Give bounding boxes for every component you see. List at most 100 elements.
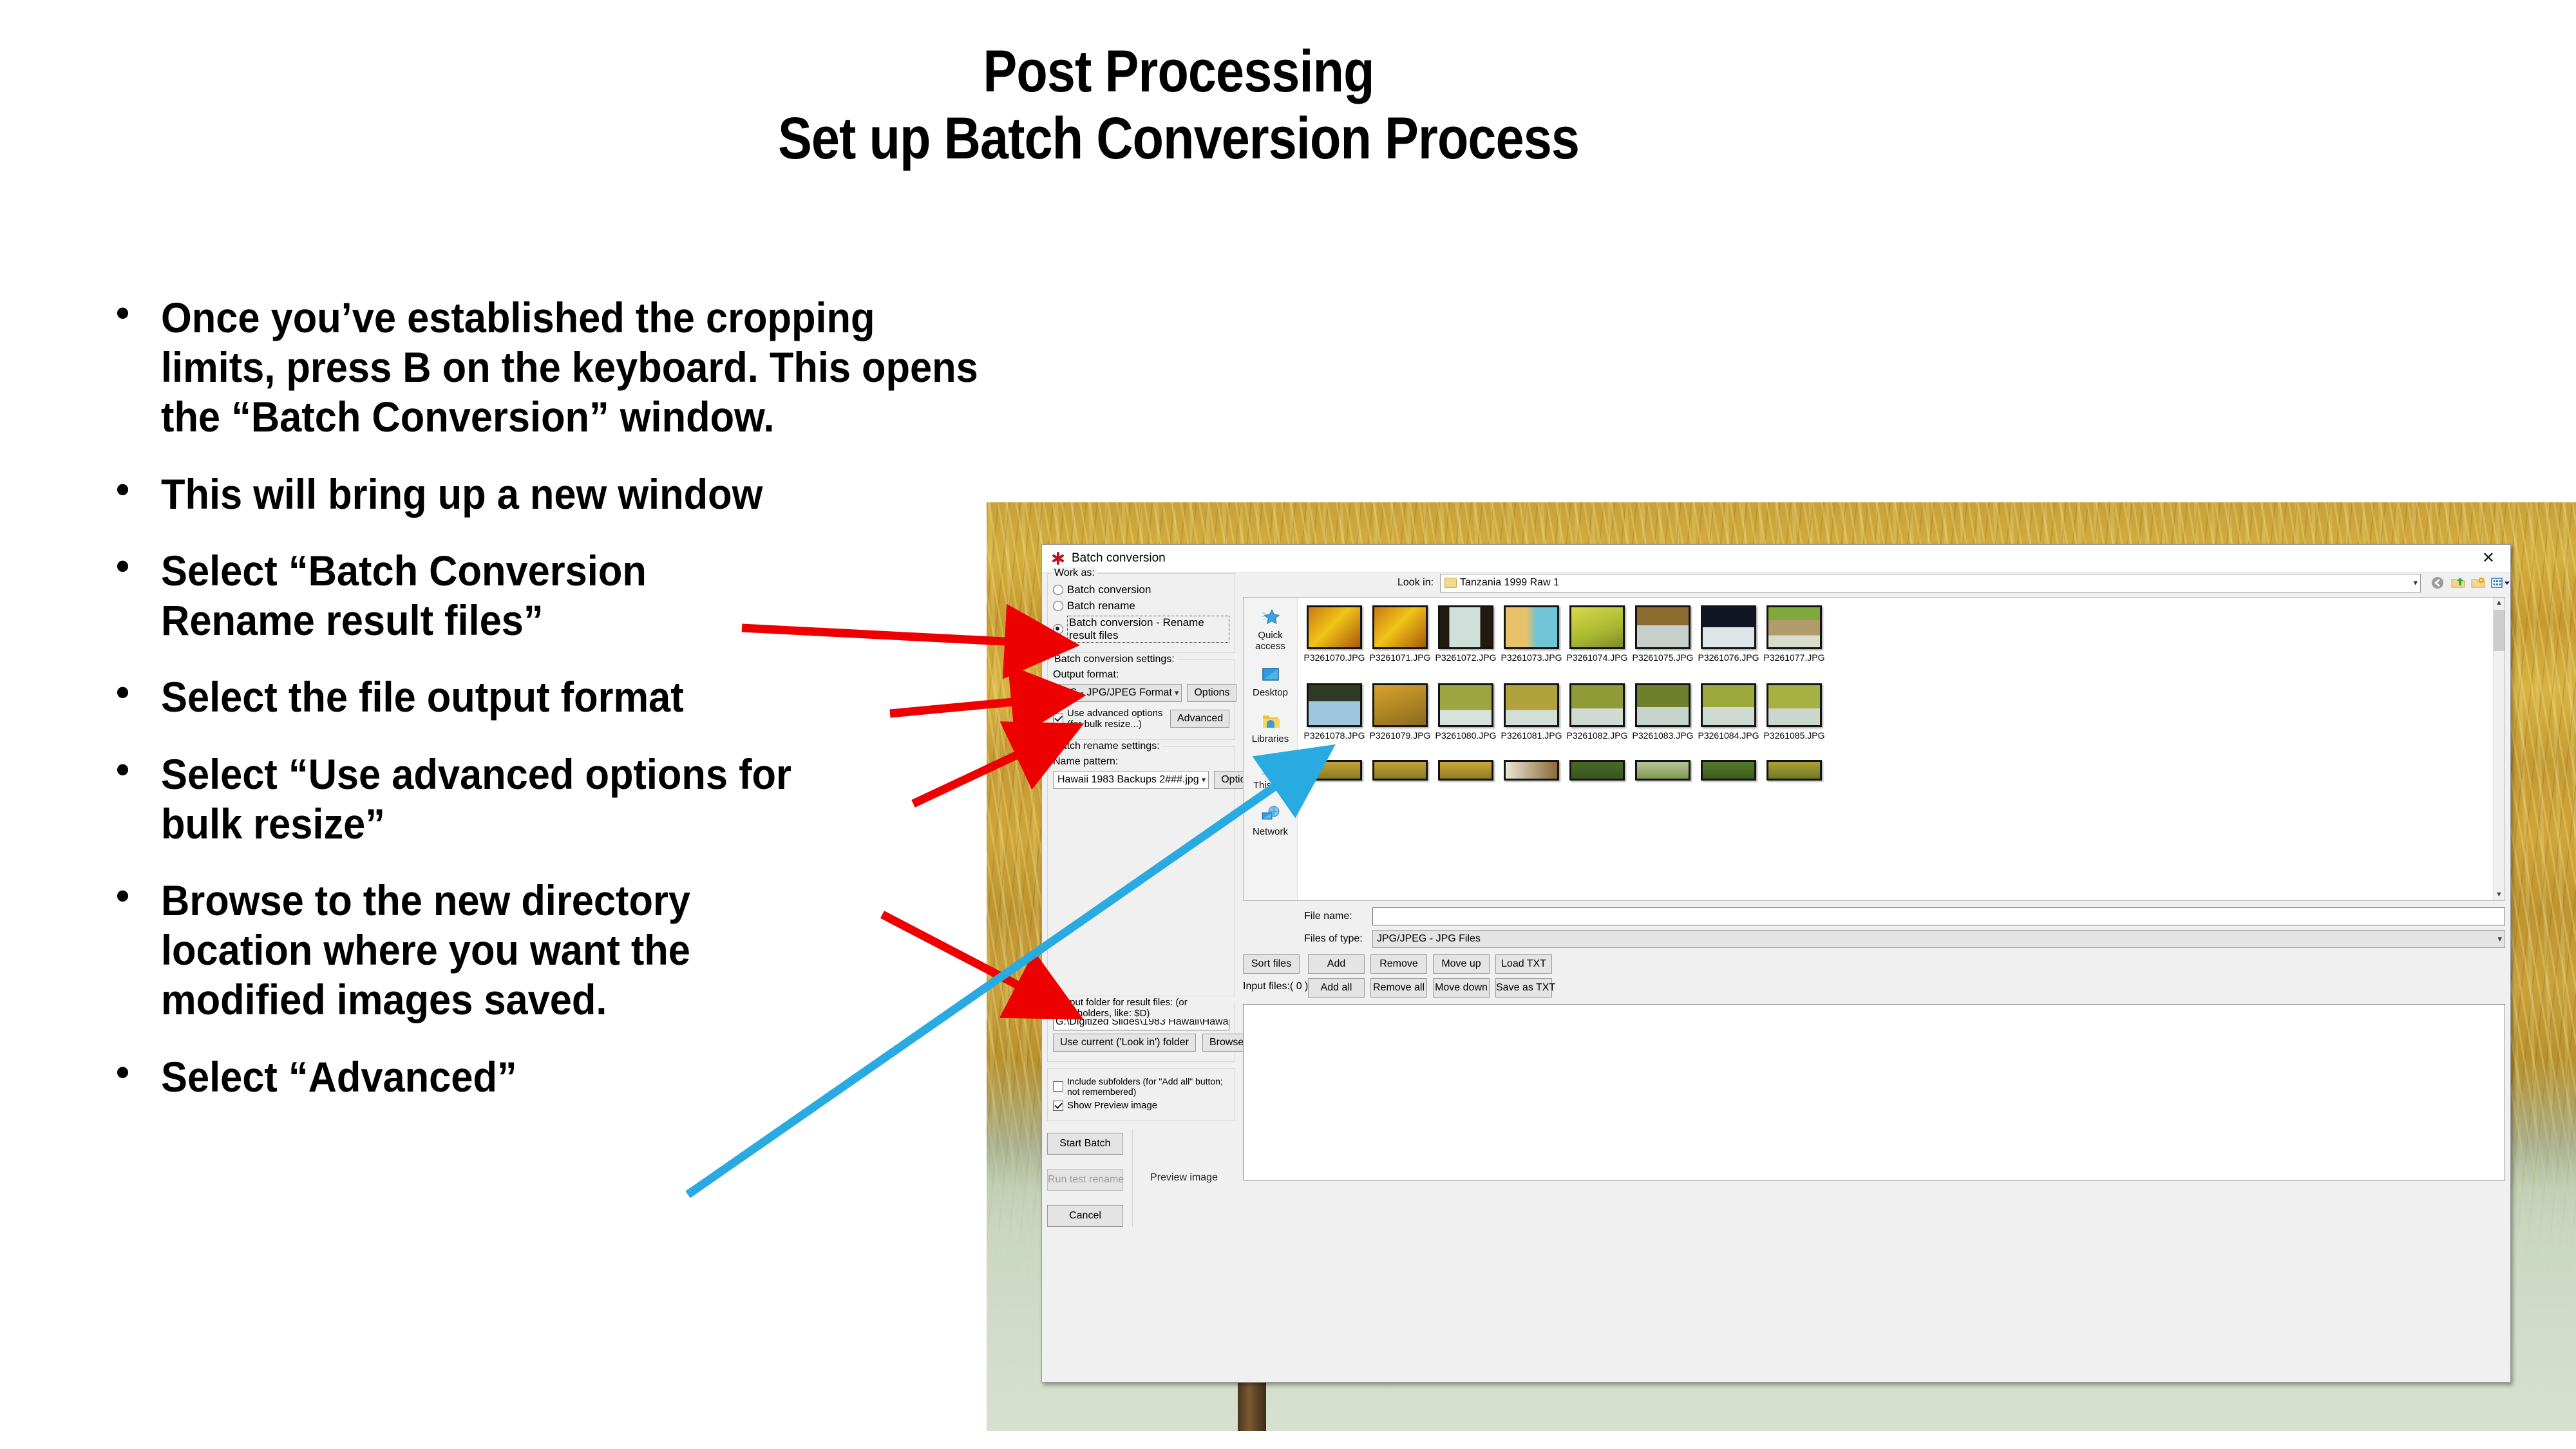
thumbnail-scrollbar[interactable]: ▲ ▼ [2493, 598, 2505, 900]
thumbnail-image [1372, 683, 1428, 727]
input-files-count: Input files:( 0 ) [1243, 981, 1309, 992]
new-folder-icon[interactable] [2471, 576, 2485, 589]
file-name-label: P3261082.JPG [1566, 730, 1628, 741]
thumbnail-image [1701, 683, 1756, 727]
sidebar-item-desktop[interactable]: Desktop [1244, 664, 1297, 698]
checkbox-icon-checked [1053, 1100, 1063, 1111]
file-name-label: P3261080.JPG [1435, 730, 1497, 741]
list-item: Select “Use advanced options for bulk re… [109, 747, 844, 849]
file-name-label: P3261083.JPG [1632, 730, 1694, 741]
load-txt-button[interactable]: Load TXT [1495, 954, 1552, 974]
sort-column: Sort files Input files:( 0 ) [1243, 954, 1308, 992]
use-advanced-options-checkbox[interactable] [1053, 714, 1063, 724]
sidebar-item-label: Network [1252, 826, 1288, 837]
chevron-down-icon: ▾ [2497, 934, 2502, 943]
file-thumbnail[interactable] [1433, 752, 1499, 781]
list-item: Select “Advanced” [109, 1050, 1011, 1102]
file-thumbnail[interactable] [1630, 752, 1696, 781]
output-format-combo[interactable]: JPG - JPG/JPEG Format ▾ [1053, 684, 1182, 702]
radio-batch-rename[interactable]: Batch rename [1053, 600, 1229, 612]
output-format-options-button[interactable]: Options [1187, 684, 1237, 702]
thumbnail-image [1635, 760, 1690, 781]
files-of-type-combo[interactable]: JPG/JPEG - JPG Files ▾ [1372, 930, 2505, 948]
file-thumbnail[interactable]: P3261079.JPG [1367, 676, 1433, 741]
file-thumbnail[interactable]: P3261072.JPG [1433, 598, 1499, 663]
file-thumbnail[interactable]: P3261077.JPG [1761, 598, 1827, 663]
file-thumbnail[interactable]: P3261078.JPG [1302, 676, 1367, 741]
scroll-down-icon[interactable]: ▼ [2494, 889, 2505, 900]
sidebar-item-libraries[interactable]: Libraries [1244, 710, 1297, 744]
move-down-button[interactable]: Move down [1433, 978, 1490, 998]
file-thumbnail[interactable] [1367, 752, 1433, 781]
show-preview-checkbox[interactable]: Show Preview image [1053, 1100, 1229, 1111]
view-mode-icon[interactable] [2491, 576, 2510, 589]
file-thumbnail[interactable] [1564, 752, 1630, 781]
file-thumbnail[interactable]: P3261085.JPG [1761, 676, 1827, 741]
thumbnail-image [1635, 605, 1690, 649]
file-thumbnail[interactable]: P3261071.JPG [1367, 598, 1433, 663]
thumbnail-pane[interactable]: P3261070.JPG P3261071.JPG P3261072.JPG P… [1298, 598, 2505, 900]
file-thumbnail[interactable]: P3261081.JPG [1499, 676, 1564, 741]
up-folder-icon[interactable] [2451, 576, 2465, 589]
close-icon[interactable]: ✕ [2472, 549, 2505, 567]
add-button[interactable]: Add [1308, 954, 1365, 974]
rename-settings-group: Batch rename settings: Name pattern: Haw… [1047, 741, 1264, 996]
conversion-settings-legend: Batch conversion settings: [1052, 654, 1177, 665]
save-as-txt-button[interactable]: Save as TXT [1495, 978, 1555, 998]
back-icon[interactable] [2431, 576, 2445, 589]
name-pattern-combo[interactable]: Hawaii 1983 Backups 2###.jpg ▾ [1053, 771, 1209, 789]
file-name-input[interactable] [1372, 907, 2505, 925]
file-browser: Look in: Tanzania 1999 Raw 1 ▾ Quick acc… [1243, 573, 2510, 1377]
file-thumbnail[interactable]: P3261083.JPG [1630, 676, 1696, 741]
chevron-down-icon: ▾ [2413, 578, 2418, 587]
file-name-label: P3261079.JPG [1369, 730, 1431, 741]
remove-button[interactable]: Remove [1370, 954, 1427, 974]
radio-batch-conversion[interactable]: Batch conversion [1053, 583, 1229, 596]
thumbnail-image [1569, 760, 1625, 781]
look-in-combo[interactable]: Tanzania 1999 Raw 1 ▾ [1440, 573, 2421, 592]
thumbnail-image [1701, 760, 1756, 781]
sidebar-item-quick-access[interactable]: Quick access [1244, 607, 1297, 652]
move-up-button[interactable]: Move up [1433, 954, 1490, 974]
star-icon [1244, 607, 1297, 629]
thumbnail-image [1438, 683, 1493, 727]
add-all-button[interactable]: Add all [1308, 978, 1365, 998]
batch-conversion-rename-radio[interactable]: Batch conversion - Rename result files [1053, 616, 1229, 643]
file-thumbnail[interactable]: P3261082.JPG [1564, 676, 1630, 741]
file-thumbnail[interactable]: P3261084.JPG [1696, 676, 1761, 741]
file-thumbnail[interactable] [1761, 752, 1827, 781]
sidebar-item-this-pc[interactable]: This PC [1244, 757, 1297, 791]
sidebar-item-network[interactable]: Network [1244, 803, 1297, 837]
output-format-value: JPG - JPG/JPEG Format [1057, 687, 1172, 698]
file-thumbnail[interactable]: P3261073.JPG [1499, 598, 1564, 663]
file-thumbnail[interactable]: P3261076.JPG [1696, 598, 1761, 663]
sort-files-button[interactable]: Sort files [1243, 954, 1300, 974]
thumbnail-image [1504, 605, 1559, 649]
scrollbar-thumb[interactable] [2494, 610, 2505, 651]
advanced-button[interactable]: Advanced [1170, 710, 1229, 728]
file-thumbnail[interactable] [1499, 752, 1564, 781]
cancel-button[interactable]: Cancel [1047, 1205, 1123, 1227]
thumbnail-image [1569, 605, 1625, 649]
remove-all-button[interactable]: Remove all [1370, 978, 1427, 998]
file-thumbnail[interactable] [1696, 752, 1761, 781]
run-test-rename-button[interactable]: Run test rename [1047, 1169, 1124, 1191]
file-thumbnail[interactable]: P3261075.JPG [1630, 598, 1696, 663]
use-current-folder-button[interactable]: Use current ('Look in') folder [1053, 1034, 1196, 1052]
thumbnail-image [1504, 683, 1559, 727]
scroll-up-icon[interactable]: ▲ [2494, 598, 2505, 609]
include-subfolders-checkbox[interactable]: Include subfolders (for "Add all" button… [1053, 1076, 1229, 1097]
chevron-down-icon: ▾ [1201, 775, 1206, 784]
file-thumbnail[interactable]: P3261080.JPG [1433, 676, 1499, 741]
app-icon [1051, 551, 1065, 565]
network-icon [1244, 803, 1297, 825]
bullet-text: Select “Advanced” [161, 1052, 517, 1101]
file-thumbnail[interactable]: P3261074.JPG [1564, 598, 1630, 663]
file-thumbnail[interactable]: P3261070.JPG [1302, 598, 1367, 663]
start-batch-button[interactable]: Start Batch [1047, 1133, 1123, 1155]
look-in-value: Tanzania 1999 Raw 1 [1460, 577, 1559, 588]
thumbnail-image [1766, 760, 1822, 781]
file-thumbnail[interactable] [1302, 752, 1367, 781]
page-title: Post Processing Set up Batch Conversion … [165, 39, 2192, 173]
input-files-listbox[interactable] [1243, 1004, 2505, 1180]
